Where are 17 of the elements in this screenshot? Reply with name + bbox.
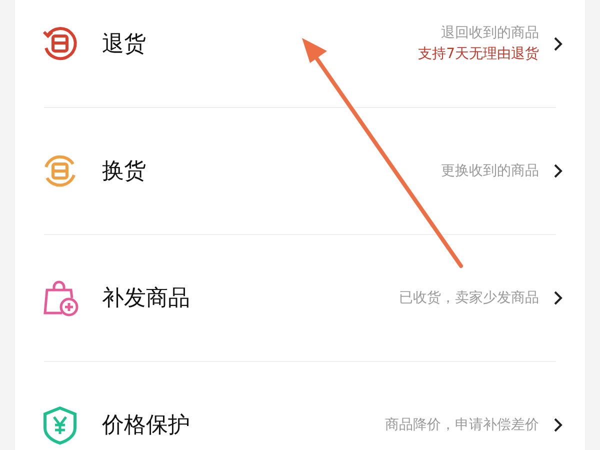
menu-item[interactable]: 补发商品 已收货，卖家少发商品 (15, 235, 585, 361)
chevron-right-icon (553, 418, 563, 432)
item-title: 价格保护 (102, 412, 190, 440)
item-description: 商品降价，申请补偿差价 (385, 416, 539, 434)
item-description: 已收货，卖家少发商品 (399, 288, 539, 308)
menu-item[interactable]: 换货 更换收到的商品 (15, 108, 585, 234)
item-title: 补发商品 (102, 284, 190, 312)
item-title: 换货 (102, 158, 146, 186)
item-note: 支持7天无理由退货 (418, 45, 539, 64)
chevron-right-icon (553, 164, 563, 178)
chevron-right-icon (553, 291, 563, 305)
item-title: 退货 (102, 30, 146, 58)
chevron-right-icon (553, 37, 563, 51)
menu-item[interactable]: 价格保护 商品降价，申请补偿差价 (15, 362, 585, 450)
menu-item[interactable]: 退货 退回收到的商品 支持7天无理由退货 (15, 0, 585, 107)
item-description: 退回收到的商品 (441, 24, 539, 43)
item-description: 更换收到的商品 (441, 162, 539, 180)
